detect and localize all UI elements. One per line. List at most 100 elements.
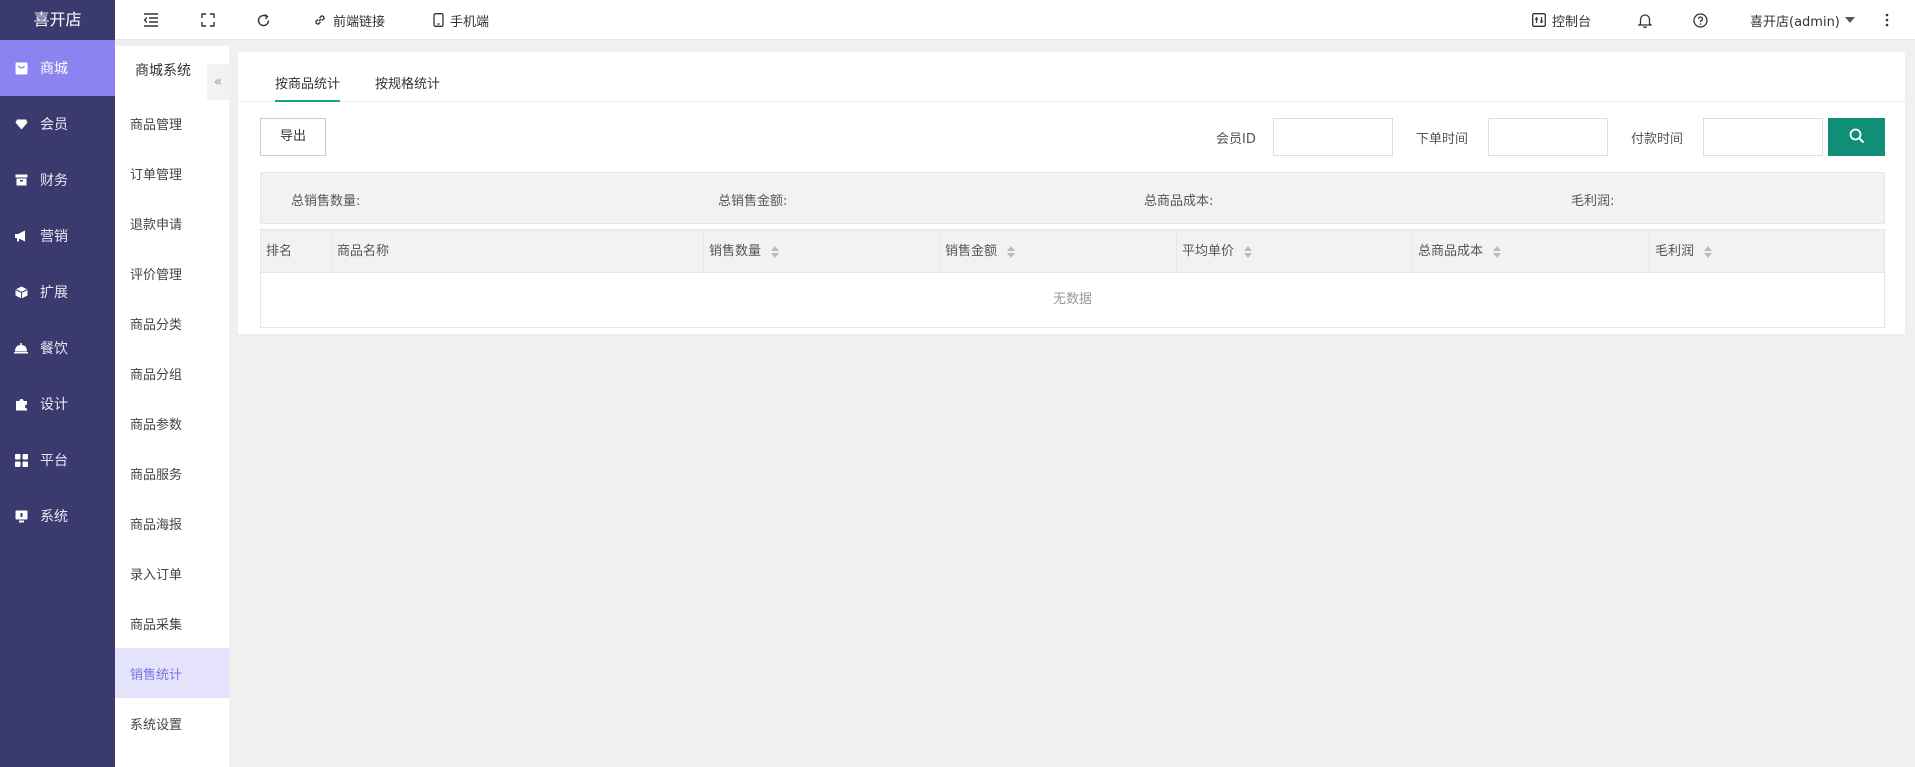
sub-item-params[interactable]: 商品参数 bbox=[115, 398, 229, 448]
sub-item-label: 商品参数 bbox=[130, 417, 183, 433]
sort-icon[interactable] bbox=[1704, 245, 1713, 258]
notification-button[interactable] bbox=[1638, 0, 1652, 40]
table-header: 排名 商品名称 销售数量 销售金额 平均单价 总商品成本 毛利润 bbox=[261, 230, 1884, 273]
sort-icon[interactable] bbox=[1244, 245, 1253, 258]
sidebar-item-label: 会员 bbox=[40, 117, 68, 133]
column-label: 总商品成本 bbox=[1418, 244, 1484, 259]
collapse-button[interactable]: « bbox=[207, 64, 229, 100]
column-sales-qty[interactable]: 销售数量 bbox=[703, 230, 939, 273]
tab-bar: 按商品统计 按规格统计 bbox=[238, 52, 1905, 102]
sub-item-orders[interactable]: 订单管理 bbox=[115, 148, 229, 198]
refresh-button[interactable] bbox=[256, 0, 271, 40]
menu-toggle-button[interactable] bbox=[143, 0, 159, 40]
member-id-input[interactable] bbox=[1273, 118, 1393, 156]
column-label: 平均单价 bbox=[1182, 244, 1235, 259]
sidebar-item-design[interactable]: 设计 bbox=[0, 376, 115, 432]
column-rank: 排名 bbox=[261, 230, 331, 273]
console-button[interactable]: 控制台 bbox=[1532, 0, 1591, 40]
gross-profit: 毛利润: bbox=[1571, 194, 1615, 209]
sidebar-item-member[interactable]: 会员 bbox=[0, 96, 115, 152]
sort-icon[interactable] bbox=[1493, 245, 1502, 258]
column-sales-amount[interactable]: 销售金额 bbox=[939, 230, 1176, 273]
sub-item-groups[interactable]: 商品分组 bbox=[115, 348, 229, 398]
console-label: 控制台 bbox=[1552, 14, 1592, 30]
caret-down-icon bbox=[1844, 17, 1855, 23]
sidebar-item-dining[interactable]: 餐饮 bbox=[0, 320, 115, 376]
pay-time-input[interactable] bbox=[1703, 118, 1823, 156]
sidebar-item-system[interactable]: 系统 bbox=[0, 488, 115, 544]
sub-item-label: 商品管理 bbox=[130, 117, 183, 133]
diamond-icon bbox=[14, 117, 28, 131]
sub-item-enter-order[interactable]: 录入订单 bbox=[115, 548, 229, 598]
sales-table: 排名 商品名称 销售数量 销售金额 平均单价 总商品成本 毛利润 无数据 bbox=[260, 229, 1885, 328]
help-icon bbox=[1693, 12, 1708, 28]
column-gross-profit[interactable]: 毛利润 bbox=[1649, 230, 1884, 273]
summary-bar: 总销售数量: 总销售金额: 总商品成本: 毛利润: bbox=[260, 172, 1885, 224]
pay-time-label: 付款时间 bbox=[1631, 132, 1684, 147]
sub-item-label: 商品分类 bbox=[130, 317, 183, 333]
sort-icon[interactable] bbox=[771, 245, 780, 258]
export-button[interactable]: 导出 bbox=[260, 118, 326, 156]
console-icon bbox=[1532, 13, 1546, 27]
help-button[interactable] bbox=[1693, 0, 1708, 40]
sub-item-label: 商品海报 bbox=[130, 517, 183, 533]
megaphone-icon bbox=[14, 229, 28, 243]
total-goods-cost: 总商品成本: bbox=[1144, 194, 1214, 209]
sub-item-settings[interactable]: 系统设置 bbox=[115, 698, 229, 748]
tab-label: 按规格统计 bbox=[375, 77, 441, 92]
sub-item-posters[interactable]: 商品海报 bbox=[115, 498, 229, 548]
sub-item-sales-stats[interactable]: 销售统计 bbox=[115, 648, 229, 698]
bell-icon bbox=[1638, 13, 1652, 28]
refresh-icon bbox=[256, 13, 271, 28]
wallet-icon bbox=[14, 173, 28, 187]
column-label: 销售金额 bbox=[945, 244, 998, 259]
more-button[interactable] bbox=[1885, 0, 1889, 40]
sidebar-item-shop[interactable]: 商城 bbox=[0, 40, 115, 96]
column-label: 销售数量 bbox=[709, 244, 762, 259]
sidebar-item-extension[interactable]: 扩展 bbox=[0, 264, 115, 320]
sub-item-label: 评价管理 bbox=[130, 267, 183, 283]
mobile-button[interactable]: 手机端 bbox=[433, 0, 489, 40]
fullscreen-button[interactable] bbox=[201, 0, 215, 40]
column-label: 商品名称 bbox=[337, 244, 390, 259]
sub-item-goods[interactable]: 商品管理 bbox=[115, 98, 229, 148]
user-menu[interactable]: 喜开店(admin) bbox=[1750, 0, 1855, 40]
sidebar-item-finance[interactable]: 财务 bbox=[0, 152, 115, 208]
sub-item-label: 录入订单 bbox=[130, 567, 183, 583]
sub-item-categories[interactable]: 商品分类 bbox=[115, 298, 229, 348]
order-time-label: 下单时间 bbox=[1416, 132, 1469, 147]
puzzle-icon bbox=[14, 397, 28, 411]
frontend-link-label: 前端链接 bbox=[333, 14, 386, 30]
column-total-cost[interactable]: 总商品成本 bbox=[1412, 230, 1649, 273]
sidebar-item-label: 财务 bbox=[40, 173, 68, 189]
sub-item-reviews[interactable]: 评价管理 bbox=[115, 248, 229, 298]
main-sidebar: 喜开店 商城 会员 财务 营销 扩展 餐饮 设计 平台 系统 bbox=[0, 0, 115, 767]
tab-by-spec[interactable]: 按规格统计 bbox=[375, 70, 440, 102]
order-time-input[interactable] bbox=[1488, 118, 1608, 156]
sidebar-item-marketing[interactable]: 营销 bbox=[0, 208, 115, 264]
sub-item-label: 订单管理 bbox=[130, 167, 183, 183]
sort-icon[interactable] bbox=[1007, 245, 1016, 258]
more-vertical-icon bbox=[1885, 13, 1889, 27]
tab-by-product[interactable]: 按商品统计 bbox=[275, 70, 341, 102]
sub-item-services[interactable]: 商品服务 bbox=[115, 448, 229, 498]
empty-state: 无数据 bbox=[1052, 292, 1092, 307]
sub-sidebar-header: 商城系统 « bbox=[115, 46, 229, 100]
food-cover-icon bbox=[14, 341, 28, 355]
user-name: 喜开店(admin) bbox=[1750, 14, 1840, 30]
column-product-name: 商品名称 bbox=[331, 230, 703, 273]
sub-item-collect[interactable]: 商品采集 bbox=[115, 598, 229, 648]
member-id-label: 会员ID bbox=[1216, 132, 1256, 147]
search-button[interactable] bbox=[1828, 118, 1885, 156]
frontend-link-button[interactable]: 前端链接 bbox=[313, 0, 385, 40]
fullscreen-icon bbox=[201, 13, 215, 27]
sidebar-item-label: 餐饮 bbox=[40, 341, 68, 357]
tab-label: 按商品统计 bbox=[275, 77, 341, 92]
search-icon bbox=[1849, 128, 1865, 147]
sub-item-refunds[interactable]: 退款申请 bbox=[115, 198, 229, 248]
sub-item-label: 商品服务 bbox=[130, 467, 183, 483]
app-logo: 喜开店 bbox=[33, 10, 82, 29]
sidebar-item-platform[interactable]: 平台 bbox=[0, 432, 115, 488]
sidebar-item-label: 扩展 bbox=[40, 285, 68, 301]
column-avg-price[interactable]: 平均单价 bbox=[1176, 230, 1412, 273]
